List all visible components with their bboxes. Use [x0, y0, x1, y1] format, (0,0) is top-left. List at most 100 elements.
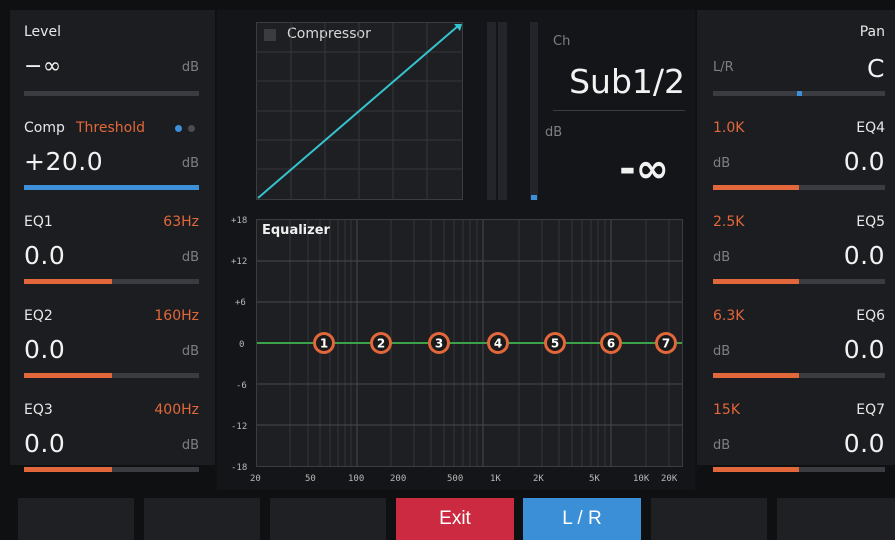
gain-reduction-meter-fill: [531, 195, 537, 200]
eq2-unit: dB: [181, 344, 199, 359]
comp-label: Comp: [24, 120, 65, 136]
comp-unit: dB: [181, 156, 199, 171]
comp-threshold-value: +20.0: [24, 147, 104, 176]
eq-band-handle-5[interactable]: 5: [544, 332, 566, 354]
eq1-bar-fill: [24, 279, 112, 284]
eq-x-tick: 20: [250, 474, 261, 484]
function-button-6[interactable]: [651, 498, 767, 540]
eq-x-tick: 200: [390, 474, 407, 484]
exit-button[interactable]: Exit: [396, 498, 514, 540]
eq6-value: 0.0: [843, 335, 885, 364]
eq-x-tick: 10K: [633, 474, 650, 484]
eq3-label: EQ3: [24, 402, 53, 418]
eq-y-tick: 0: [239, 340, 245, 350]
eq3-freq: 400Hz: [154, 402, 199, 418]
eq7-value: 0.0: [843, 429, 885, 458]
svg-text:6: 6: [607, 337, 615, 351]
eq4-bar-fill: [713, 185, 799, 190]
eq4-bar: [713, 185, 885, 190]
eq5-freq: 2.5K: [713, 214, 745, 230]
eq1-label: EQ1: [24, 214, 53, 230]
equalizer-plot: 1 2 3 4 5 6 7: [257, 220, 682, 466]
comp-threshold-bar: [24, 185, 199, 190]
eq5-unit: dB: [713, 250, 731, 265]
pan-position-marker: [797, 91, 802, 96]
page-dot-active: [175, 125, 182, 132]
eq-y-tick: +18: [231, 216, 248, 226]
eq5-bar: [713, 279, 885, 284]
eq7-unit: dB: [713, 438, 731, 453]
eq2-label: EQ2: [24, 308, 53, 324]
eq2-bar: [24, 373, 199, 378]
eq-x-tick: 20K: [661, 474, 678, 484]
eq-x-tick: 500: [447, 474, 464, 484]
level-unit: dB: [181, 60, 199, 75]
level-bar: [24, 91, 199, 96]
eq-x-tick: 2K: [533, 474, 544, 484]
svg-text:2: 2: [377, 337, 385, 351]
eq-x-tick: 5K: [589, 474, 600, 484]
left-parameter-panel: Level −∞ dB Comp Threshold +20.0 dB EQ1 …: [10, 10, 215, 472]
function-button-2[interactable]: [144, 498, 260, 540]
eq5-bar-fill: [713, 279, 799, 284]
pan-label: Pan: [859, 24, 885, 40]
lr-button[interactable]: L / R: [523, 498, 641, 540]
eq7-bar: [713, 467, 885, 472]
eq-band-handle-2[interactable]: 2: [370, 332, 392, 354]
equalizer-graph[interactable]: 1 2 3 4 5 6 7 Equalizer: [256, 219, 683, 467]
eq-y-tick: +12: [231, 257, 248, 267]
function-button-7[interactable]: [777, 498, 895, 540]
comp-threshold-bar-fill: [24, 185, 199, 190]
compressor-graph[interactable]: Compressor: [256, 22, 463, 200]
svg-text:4: 4: [494, 337, 502, 351]
eq1-unit: dB: [181, 250, 199, 265]
level-label: Level: [24, 24, 61, 40]
pan-value: C: [867, 54, 885, 83]
eq-y-tick: -18: [231, 463, 248, 473]
eq3-value: 0.0: [24, 429, 66, 458]
eq4-unit: dB: [713, 156, 731, 171]
pan-lr-label: L/R: [713, 60, 734, 75]
eq6-bar-fill: [713, 373, 799, 378]
eq1-bar: [24, 279, 199, 284]
channel-name: Sub1/2: [569, 62, 685, 101]
eq4-freq: 1.0K: [713, 120, 745, 136]
level-meter-right: [498, 22, 507, 200]
function-button-1[interactable]: [18, 498, 134, 540]
eq7-bar-fill: [713, 467, 799, 472]
eq-x-tick: 100: [348, 474, 365, 484]
channel-divider: [553, 110, 685, 111]
eq2-bar-fill: [24, 373, 112, 378]
eq2-freq: 160Hz: [154, 308, 199, 324]
eq1-freq: 63Hz: [163, 214, 199, 230]
equalizer-title: Equalizer: [262, 223, 330, 238]
channel-db-label: dB: [545, 125, 563, 140]
eq5-value: 0.0: [843, 241, 885, 270]
eq-band-handle-6[interactable]: 6: [600, 332, 622, 354]
center-panel: Compressor Ch Sub1/2 dB -∞ +18 +12 +6 0 …: [217, 10, 695, 490]
function-button-3[interactable]: [270, 498, 386, 540]
eq-band-handle-1[interactable]: 1: [313, 332, 335, 354]
eq3-unit: dB: [181, 438, 199, 453]
eq-x-tick: 50: [305, 474, 316, 484]
eq7-freq: 15K: [713, 402, 740, 418]
gain-reduction-meter: [530, 22, 538, 200]
eq4-value: 0.0: [843, 147, 885, 176]
eq-band-handle-7[interactable]: 7: [655, 332, 677, 354]
compressor-curve-plot: [257, 23, 462, 199]
channel-db-value: -∞: [619, 146, 669, 192]
channel-label: Ch: [553, 34, 571, 49]
eq6-unit: dB: [713, 344, 731, 359]
eq-band-handle-4[interactable]: 4: [487, 332, 509, 354]
svg-text:1: 1: [320, 337, 328, 351]
level-meter-left: [487, 22, 496, 200]
eq7-label: EQ7: [856, 402, 885, 418]
right-parameter-panel: Pan L/R C 1.0K EQ4 dB 0.0 2.5K EQ5 dB 0.…: [697, 10, 895, 472]
eq5-label: EQ5: [856, 214, 885, 230]
eq-y-tick: -6: [236, 381, 247, 391]
svg-text:3: 3: [435, 337, 443, 351]
eq2-value: 0.0: [24, 335, 66, 364]
svg-text:5: 5: [551, 337, 559, 351]
level-value: −∞: [24, 54, 62, 79]
eq-band-handle-3[interactable]: 3: [428, 332, 450, 354]
